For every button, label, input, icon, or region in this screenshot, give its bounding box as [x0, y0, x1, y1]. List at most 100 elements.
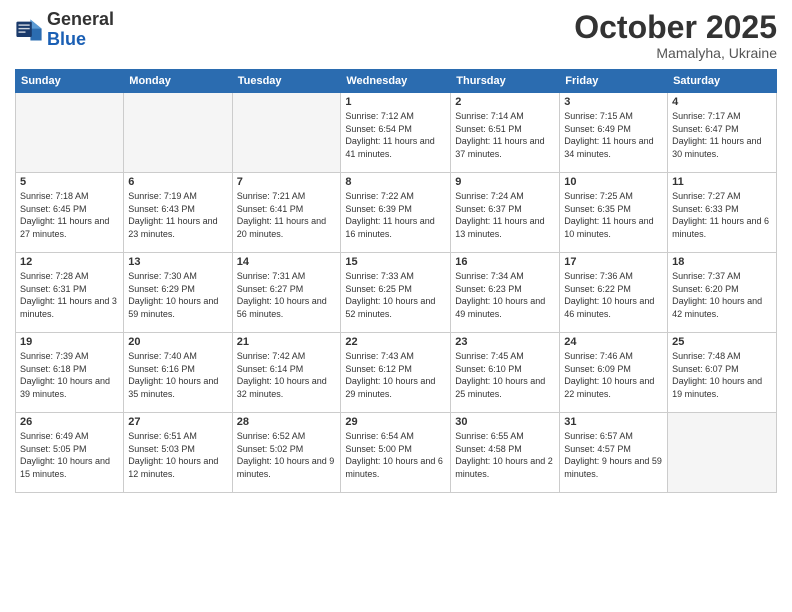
table-row: 23Sunrise: 7:45 AM Sunset: 6:10 PM Dayli… — [451, 333, 560, 413]
day-number: 31 — [564, 416, 663, 428]
month-title: October 2025 — [574, 10, 777, 45]
day-info: Sunrise: 6:55 AM Sunset: 4:58 PM Dayligh… — [455, 430, 555, 480]
day-number: 12 — [20, 256, 119, 268]
day-info: Sunrise: 6:57 AM Sunset: 4:57 PM Dayligh… — [564, 430, 663, 480]
day-number: 13 — [128, 256, 227, 268]
table-row: 16 Sunrise: 7:34 AM Sunset: 6:23 PM Dayli… — [451, 253, 560, 333]
page-container: General Blue October 2025 Mamalyha, Ukra… — [0, 0, 792, 503]
day-number: 19 — [20, 336, 119, 348]
table-row: 24 Sunrise: 7:46 AM Sunset: 6:09 PM Dayli… — [560, 333, 668, 413]
day-number: 30 — [455, 416, 555, 428]
header-friday: Friday — [560, 70, 668, 93]
day-number: 18 — [672, 256, 772, 268]
day-info: Sunrise: 7:17 AM Sunset: 6:47 PM Dayligh… — [672, 110, 772, 160]
day-number: 10 — [564, 176, 663, 188]
day-number: 17 — [564, 256, 663, 268]
day-info: Sunrise: 7:27 AM Sunset: 6:33 PM Dayligh… — [672, 190, 772, 240]
day-info: Sunrise: 7:39 AM Sunset: 6:18 PM Dayligh… — [20, 350, 119, 400]
header-monday: Monday — [124, 70, 232, 93]
calendar-week-row: 12 Sunrise: 7:28 AM Sunset: 6:31 PM Dayli… — [16, 253, 777, 333]
logo: General Blue — [15, 10, 114, 50]
day-number: 14 — [237, 256, 337, 268]
day-number: 16 — [455, 256, 555, 268]
calendar-week-row: 1Sunrise: 7:12 AM Sunset: 6:54 PM Daylig… — [16, 93, 777, 173]
calendar-header-row: Sunday Monday Tuesday Wednesday Thursday… — [16, 70, 777, 93]
day-info: Sunrise: 7:40 AM Sunset: 6:16 PM Dayligh… — [128, 350, 227, 400]
table-row: 12 Sunrise: 7:28 AM Sunset: 6:31 PM Dayli… — [16, 253, 124, 333]
day-number: 27 — [128, 416, 227, 428]
day-info: Sunrise: 6:49 AM Sunset: 5:05 PM Dayligh… — [20, 430, 119, 480]
table-row: 14 Sunrise: 7:31 AM Sunset: 6:27 PM Dayli… — [232, 253, 341, 333]
day-number: 6 — [128, 176, 227, 188]
calendar-week-row: 5Sunrise: 7:18 AM Sunset: 6:45 PM Daylig… — [16, 173, 777, 253]
table-row: 1Sunrise: 7:12 AM Sunset: 6:54 PM Daylig… — [341, 93, 451, 173]
day-number: 4 — [672, 96, 772, 108]
day-info: Sunrise: 7:46 AM Sunset: 6:09 PM Dayligh… — [564, 350, 663, 400]
header-sunday: Sunday — [16, 70, 124, 93]
calendar-week-row: 26Sunrise: 6:49 AM Sunset: 5:05 PM Dayli… — [16, 413, 777, 493]
header-thursday: Thursday — [451, 70, 560, 93]
logo-icon — [15, 16, 43, 44]
day-info: Sunrise: 7:15 AM Sunset: 6:49 PM Dayligh… — [564, 110, 663, 160]
table-row: 20 Sunrise: 7:40 AM Sunset: 6:16 PM Dayli… — [124, 333, 232, 413]
table-row: 13 Sunrise: 7:30 AM Sunset: 6:29 PM Dayli… — [124, 253, 232, 333]
table-row — [124, 93, 232, 173]
day-number: 20 — [128, 336, 227, 348]
table-row: 2 Sunrise: 7:14 AM Sunset: 6:51 PM Daylig… — [451, 93, 560, 173]
day-info: Sunrise: 7:31 AM Sunset: 6:27 PM Dayligh… — [237, 270, 337, 320]
table-row: 18 Sunrise: 7:37 AM Sunset: 6:20 PM Dayli… — [668, 253, 777, 333]
table-row: 6Sunrise: 7:19 AM Sunset: 6:43 PM Daylig… — [124, 173, 232, 253]
table-row: 11 Sunrise: 7:27 AM Sunset: 6:33 PM Dayli… — [668, 173, 777, 253]
location: Mamalyha, Ukraine — [574, 45, 777, 61]
table-row — [668, 413, 777, 493]
day-number: 25 — [672, 336, 772, 348]
day-info: Sunrise: 7:36 AM Sunset: 6:22 PM Dayligh… — [564, 270, 663, 320]
day-number: 22 — [345, 336, 446, 348]
logo-line1: General — [47, 9, 114, 29]
calendar-week-row: 19 Sunrise: 7:39 AM Sunset: 6:18 PM Dayli… — [16, 333, 777, 413]
logo-text: General Blue — [47, 10, 114, 50]
day-number: 21 — [237, 336, 337, 348]
table-row: 22 Sunrise: 7:43 AM Sunset: 6:12 PM Dayli… — [341, 333, 451, 413]
calendar-table: Sunday Monday Tuesday Wednesday Thursday… — [15, 69, 777, 493]
day-number: 29 — [345, 416, 446, 428]
table-row: 10Sunrise: 7:25 AM Sunset: 6:35 PM Dayli… — [560, 173, 668, 253]
day-number: 8 — [345, 176, 446, 188]
header-wednesday: Wednesday — [341, 70, 451, 93]
day-number: 23 — [455, 336, 555, 348]
table-row: 30 Sunrise: 6:55 AM Sunset: 4:58 PM Dayli… — [451, 413, 560, 493]
day-info: Sunrise: 6:52 AM Sunset: 5:02 PM Dayligh… — [237, 430, 337, 480]
day-number: 5 — [20, 176, 119, 188]
table-row: 28 Sunrise: 6:52 AM Sunset: 5:02 PM Dayli… — [232, 413, 341, 493]
day-info: Sunrise: 7:37 AM Sunset: 6:20 PM Dayligh… — [672, 270, 772, 320]
day-info: Sunrise: 7:12 AM Sunset: 6:54 PM Dayligh… — [345, 110, 446, 160]
day-info: Sunrise: 7:48 AM Sunset: 6:07 PM Dayligh… — [672, 350, 772, 400]
day-info: Sunrise: 7:43 AM Sunset: 6:12 PM Dayligh… — [345, 350, 446, 400]
header-tuesday: Tuesday — [232, 70, 341, 93]
day-info: Sunrise: 7:21 AM Sunset: 6:41 PM Dayligh… — [237, 190, 337, 240]
table-row: 4 Sunrise: 7:17 AM Sunset: 6:47 PM Daylig… — [668, 93, 777, 173]
day-info: Sunrise: 7:30 AM Sunset: 6:29 PM Dayligh… — [128, 270, 227, 320]
table-row: 27Sunrise: 6:51 AM Sunset: 5:03 PM Dayli… — [124, 413, 232, 493]
day-info: Sunrise: 7:22 AM Sunset: 6:39 PM Dayligh… — [345, 190, 446, 240]
table-row: 31 Sunrise: 6:57 AM Sunset: 4:57 PM Dayli… — [560, 413, 668, 493]
table-row: 8 Sunrise: 7:22 AM Sunset: 6:39 PM Daylig… — [341, 173, 451, 253]
day-number: 11 — [672, 176, 772, 188]
table-row: 3 Sunrise: 7:15 AM Sunset: 6:49 PM Daylig… — [560, 93, 668, 173]
day-info: Sunrise: 7:24 AM Sunset: 6:37 PM Dayligh… — [455, 190, 555, 240]
day-number: 28 — [237, 416, 337, 428]
day-number: 7 — [237, 176, 337, 188]
day-number: 2 — [455, 96, 555, 108]
title-block: October 2025 Mamalyha, Ukraine — [574, 10, 777, 61]
day-number: 24 — [564, 336, 663, 348]
day-number: 3 — [564, 96, 663, 108]
day-info: Sunrise: 7:14 AM Sunset: 6:51 PM Dayligh… — [455, 110, 555, 160]
day-info: Sunrise: 7:34 AM Sunset: 6:23 PM Dayligh… — [455, 270, 555, 320]
table-row: 9 Sunrise: 7:24 AM Sunset: 6:37 PM Daylig… — [451, 173, 560, 253]
day-number: 9 — [455, 176, 555, 188]
day-info: Sunrise: 6:54 AM Sunset: 5:00 PM Dayligh… — [345, 430, 446, 480]
table-row: 21Sunrise: 7:42 AM Sunset: 6:14 PM Dayli… — [232, 333, 341, 413]
table-row: 5Sunrise: 7:18 AM Sunset: 6:45 PM Daylig… — [16, 173, 124, 253]
day-info: Sunrise: 7:28 AM Sunset: 6:31 PM Dayligh… — [20, 270, 119, 320]
day-info: Sunrise: 7:33 AM Sunset: 6:25 PM Dayligh… — [345, 270, 446, 320]
